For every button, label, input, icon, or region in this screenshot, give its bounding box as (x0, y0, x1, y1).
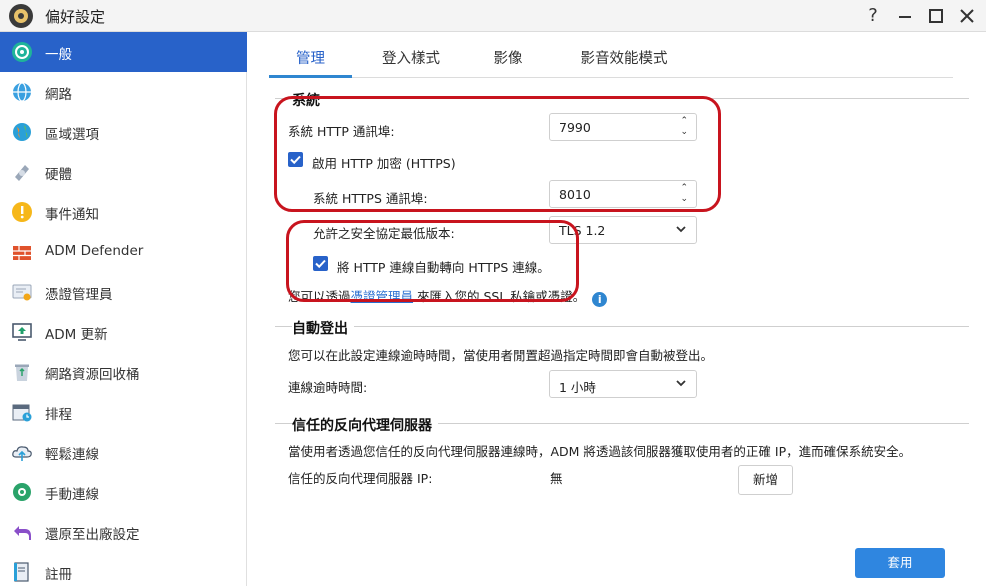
https-enable-label: 啟用 HTTP 加密 (HTTPS) (312, 156, 456, 171)
sidebar-item-label: 硬體 (45, 167, 72, 183)
sidebar-item-label: 區域選項 (45, 127, 99, 143)
sidebar-item-register[interactable]: 註冊 (0, 552, 247, 586)
region-globe-icon (13, 123, 31, 141)
sidebar-item-general[interactable]: 一般 (0, 32, 247, 72)
cloud-connect-icon (12, 446, 32, 461)
https-port-label: 系統 HTTPS 通訊埠: (313, 191, 428, 206)
auto-logout-description: 您可以在此設定連線逾時時間，當使用者閒置超過指定時間即會自動被登出。 (288, 348, 714, 363)
sidebar-item-label: 排程 (45, 407, 72, 423)
sidebar-item-label: 網路資源回收桶 (45, 367, 140, 383)
reverse-proxy-description: 當使用者透過您信任的反向代理伺服器連線時，ADM 將透過該伺服器獲取使用者的正確… (288, 444, 912, 459)
general-icon (12, 42, 32, 62)
proxy-ip-value: 無 (550, 471, 563, 486)
https-enable-checkbox[interactable] (288, 152, 303, 167)
tls-version-label: 允許之安全協定最低版本: (313, 226, 455, 241)
close-button[interactable] (955, 4, 979, 28)
https-redirect-label: 將 HTTP 連線自動轉向 HTTPS 連線。 (337, 260, 550, 275)
checkmark-icon (290, 155, 301, 165)
section-title-reverse-proxy: 信任的反向代理伺服器 (292, 415, 438, 435)
http-port-stepper[interactable]: 7990 ⌃ ⌄ (549, 113, 697, 141)
firewall-icon (13, 246, 31, 260)
https-port-stepper[interactable]: 8010 ⌃ ⌄ (549, 180, 697, 208)
sidebar-item-adm-update[interactable]: ADM 更新 (0, 312, 247, 352)
https-redirect-checkbox[interactable] (313, 256, 328, 271)
timeout-select[interactable]: 1 小時 (549, 370, 697, 398)
http-port-label: 系統 HTTP 通訊埠: (288, 124, 395, 139)
sidebar-item-label: ADM 更新 (45, 327, 108, 343)
restore-icon (14, 526, 31, 540)
ssl-hint-suffix: 來匯入您的 SSL 私鑰或憑證。 (417, 289, 586, 304)
sidebar-item-label: 網路 (45, 87, 72, 103)
app-logo-icon (9, 4, 33, 28)
https-port-value: 8010 (559, 187, 591, 202)
tab-media-mode[interactable]: 影音效能模式 (569, 44, 679, 78)
stepper-arrows-icon[interactable]: ⌃ ⌄ (680, 183, 688, 205)
schedule-icon (12, 404, 32, 422)
chevron-down-icon (676, 226, 686, 233)
http-port-value: 7990 (559, 120, 591, 135)
ssl-hint-prefix: 您可以透過 (288, 289, 351, 304)
alert-icon (12, 202, 32, 222)
certificate-icon (12, 284, 32, 301)
sidebar-item-label: ADM Defender (45, 243, 144, 259)
tab-login-style[interactable]: 登入樣式 (369, 44, 453, 78)
main-panel: 管理 登入樣式 影像 影音效能模式 系統 系統 HTTP 通訊埠: 7990 ⌃… (248, 32, 986, 586)
network-globe-icon (13, 82, 31, 102)
sidebar-item-factory-reset[interactable]: 還原至出廠設定 (0, 512, 247, 552)
sidebar-item-manual-connect[interactable]: 手動連線 (0, 472, 247, 512)
sidebar-item-hardware[interactable]: 硬體 (0, 152, 247, 192)
sidebar-item-certificate[interactable]: 憑證管理員 (0, 272, 247, 312)
maximize-icon (929, 9, 943, 23)
checkmark-icon (315, 259, 326, 269)
sidebar-item-network[interactable]: 網路 (0, 72, 247, 112)
sidebar-item-recycle-bin[interactable]: 網路資源回收桶 (0, 352, 247, 392)
info-icon[interactable]: i (592, 292, 608, 307)
sidebar-item-notification[interactable]: 事件通知 (0, 192, 247, 232)
chevron-down-icon (676, 380, 686, 387)
ssl-hint: 您可以透過憑證管理員 來匯入您的 SSL 私鑰或憑證。 i (288, 286, 608, 307)
maximize-button[interactable] (924, 4, 948, 28)
help-button[interactable]: ? (861, 4, 885, 28)
sidebar-item-label: 手動連線 (45, 487, 99, 503)
manual-connect-icon (13, 483, 31, 501)
sidebar: 一般 網路 區域選項 硬體 事件通知 ADM Defender 憑證管理員 AD… (0, 32, 247, 586)
section-title-system: 系統 (292, 90, 326, 110)
sidebar-item-ezconnect[interactable]: 輕鬆連線 (0, 432, 247, 472)
apply-button[interactable]: 套用 (855, 548, 945, 578)
register-icon (14, 562, 29, 582)
timeout-label: 連線逾時時間: (288, 380, 368, 395)
section-divider (275, 98, 969, 99)
section-divider (275, 326, 969, 327)
hardware-icon (15, 165, 29, 181)
certificate-manager-link[interactable]: 憑證管理員 (351, 289, 414, 304)
update-icon (12, 323, 32, 341)
section-title-auto-logout: 自動登出 (292, 318, 354, 338)
close-icon (960, 9, 974, 23)
tls-version-select[interactable]: TLS 1.2 (549, 216, 697, 244)
tab-image[interactable]: 影像 (483, 44, 533, 78)
sidebar-item-adm-defender[interactable]: ADM Defender (0, 232, 247, 272)
sidebar-item-label: 註冊 (45, 567, 72, 583)
sidebar-item-label: 還原至出廠設定 (45, 527, 140, 543)
add-proxy-button[interactable]: 新增 (738, 465, 793, 495)
recycle-icon (15, 364, 29, 381)
window-title: 偏好設定 (45, 8, 106, 26)
sidebar-item-region[interactable]: 區域選項 (0, 112, 247, 152)
tls-version-value: TLS 1.2 (559, 223, 606, 238)
sidebar-item-label: 輕鬆連線 (45, 447, 99, 463)
tab-management[interactable]: 管理 (269, 44, 352, 78)
proxy-ip-label: 信任的反向代理伺服器 IP: (288, 471, 433, 486)
title-bar: 偏好設定 ? (0, 0, 986, 32)
stepper-arrows-icon[interactable]: ⌃ ⌄ (680, 116, 688, 138)
minimize-button[interactable] (893, 4, 917, 28)
sidebar-item-label: 憑證管理員 (45, 287, 113, 303)
timeout-value: 1 小時 (559, 380, 596, 395)
sidebar-item-label: 事件通知 (45, 207, 99, 223)
sidebar-item-label: 一般 (45, 47, 72, 63)
minimize-icon (899, 16, 911, 18)
tab-bar: 管理 登入樣式 影像 影音效能模式 (269, 42, 953, 78)
sidebar-item-schedule[interactable]: 排程 (0, 392, 247, 432)
